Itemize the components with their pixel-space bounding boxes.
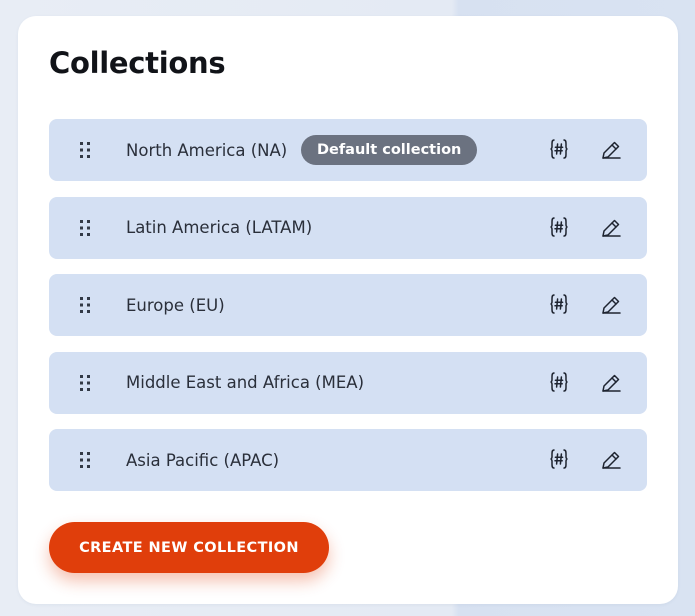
collection-name: North America (NA) [126, 140, 288, 160]
collection-row[interactable]: Latin America (LATAM) [49, 196, 647, 259]
page-title: Collections [49, 46, 226, 80]
drag-handle-icon[interactable] [79, 219, 91, 237]
pencil-icon[interactable] [599, 448, 623, 472]
pencil-icon[interactable] [599, 293, 623, 317]
collection-name: Asia Pacific (APAC) [126, 450, 280, 470]
drag-handle-icon[interactable] [79, 374, 91, 392]
variables-icon[interactable] [547, 215, 571, 239]
collection-name: Latin America (LATAM) [126, 218, 313, 237]
default-collection-badge: Default collection [301, 135, 478, 165]
collections-card: Collections North America (NA) Default c… [18, 16, 678, 604]
collection-name: Middle East and Africa (MEA) [126, 373, 365, 392]
create-collection-button[interactable]: CREATE NEW COLLECTION [49, 522, 329, 573]
pencil-icon[interactable] [599, 216, 623, 240]
collection-row[interactable]: Middle East and Africa (MEA) [49, 351, 647, 414]
variables-icon[interactable] [547, 292, 571, 316]
collection-list: North America (NA) Default collection La… [49, 119, 647, 507]
variables-icon[interactable] [547, 447, 571, 471]
drag-handle-icon[interactable] [79, 296, 91, 314]
collection-row[interactable]: Asia Pacific (APAC) [49, 429, 647, 491]
pencil-icon[interactable] [599, 138, 623, 162]
variables-icon[interactable] [547, 370, 571, 394]
variables-icon[interactable] [547, 137, 571, 161]
collection-row[interactable]: North America (NA) Default collection [49, 119, 647, 181]
collection-row[interactable]: Europe (EU) [49, 274, 647, 336]
drag-handle-icon[interactable] [79, 141, 91, 159]
drag-handle-icon[interactable] [79, 451, 91, 469]
pencil-icon[interactable] [599, 371, 623, 395]
collection-name: Europe (EU) [126, 295, 225, 315]
